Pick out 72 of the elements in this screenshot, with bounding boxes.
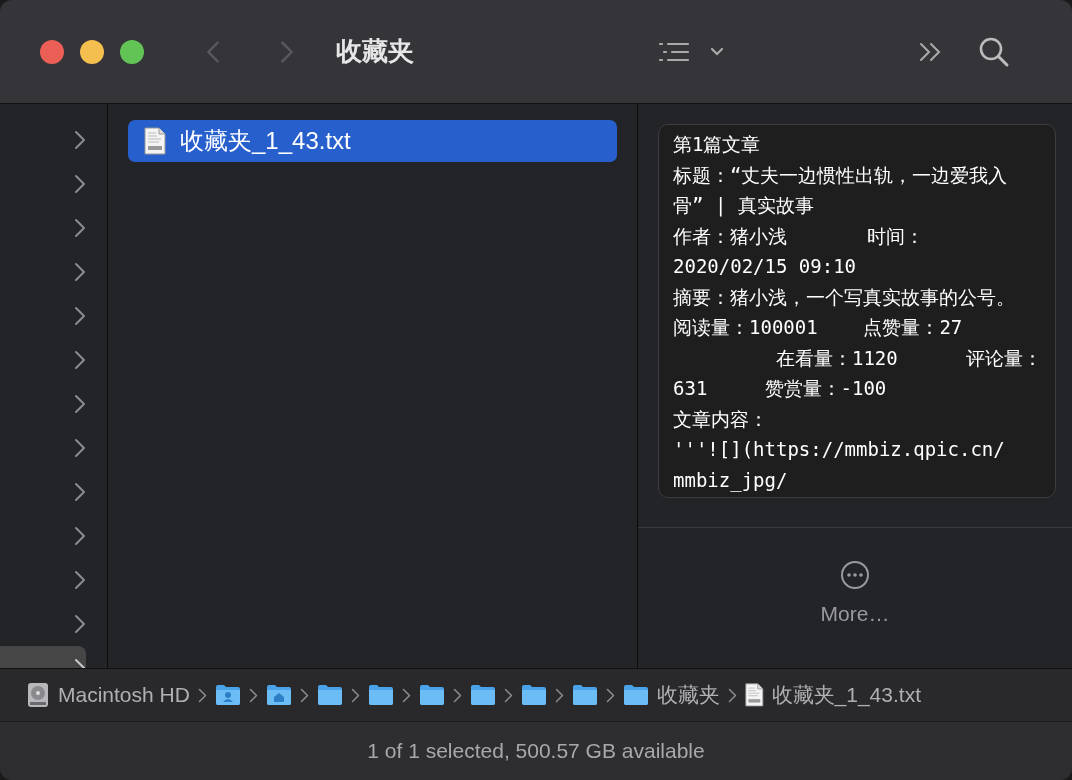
chevron-right-icon [248, 687, 258, 703]
status-text: 1 of 1 selected, 500.57 GB available [0, 721, 1072, 780]
path-item[interactable] [214, 684, 241, 706]
file-row[interactable]: 收藏夹_1_43.txt [128, 120, 617, 162]
preview-line: 骨” | 真实故事 [673, 193, 815, 219]
chevron-right-icon [74, 570, 86, 590]
path-label: 收藏夹 [656, 682, 720, 708]
chevron-right-icon [554, 687, 564, 703]
path-item[interactable] [520, 684, 547, 706]
chevron-left-icon [206, 38, 220, 65]
chevron-right-icon [74, 482, 86, 502]
preview-line: 标题：“丈夫一边惯性出轨，一边爱我入 [673, 162, 1009, 188]
chevron-right-icon [74, 218, 86, 238]
chevron-right-icon [503, 687, 513, 703]
home-folder-icon [265, 684, 292, 706]
path-item[interactable]: 收藏夹 [622, 681, 720, 709]
window-title: 收藏夹 [336, 35, 414, 68]
ellipsis-circle-icon [840, 560, 870, 590]
path-item[interactable] [316, 684, 343, 706]
preview-line: 631 赞赏量：-100 [673, 376, 888, 401]
path-item[interactable] [265, 684, 292, 706]
zoom-button[interactable] [120, 39, 144, 64]
caret-icon [710, 46, 724, 57]
folder-icon [622, 684, 649, 706]
more-button[interactable]: More… [820, 560, 890, 626]
chevron-right-icon [74, 526, 86, 546]
close-button[interactable] [40, 39, 64, 64]
path-item[interactable] [367, 684, 394, 706]
chevron-right-icon [74, 262, 86, 282]
folder-icon [520, 684, 547, 706]
folder-icon [418, 684, 445, 706]
chevron-right-icon [74, 306, 86, 326]
path-item[interactable] [418, 684, 445, 706]
chevron-right-icon [280, 38, 294, 65]
path-label: Macintosh HD [58, 683, 190, 707]
preview-line: 2020/02/15 09:10 [673, 254, 858, 279]
text-file-icon [144, 127, 166, 155]
path-item[interactable]: Macintosh HD [26, 682, 190, 708]
chevron-right-icon [197, 687, 207, 703]
user-folder-icon [214, 684, 241, 706]
text-file-icon [744, 683, 764, 707]
preview-line: 文章内容： [673, 406, 769, 432]
chevron-right-icon [74, 350, 86, 370]
preview-line: 摘要：猪小浅，一个写真实故事的公号。 [673, 284, 1016, 310]
folder-icon [316, 684, 343, 706]
folder-icon [469, 684, 496, 706]
folder-icon [571, 684, 598, 706]
chevron-right-icon [605, 687, 615, 703]
path-label: 收藏夹_1_43.txt [771, 682, 921, 709]
chevron-right-icon [401, 687, 411, 703]
preview-line: mmbiz_jpg/ [673, 467, 789, 494]
chevron-right-icon [74, 130, 86, 150]
path-item[interactable] [571, 684, 598, 706]
file-name: 收藏夹_1_43.txt [180, 126, 351, 156]
minimize-button[interactable] [80, 39, 104, 64]
preview-line: 在看量：1120 评论量： [774, 345, 1044, 371]
chevron-right-icon [350, 687, 360, 703]
preview-line: 第1篇文章 [673, 132, 762, 157]
chevron-right-icon [299, 687, 309, 703]
chevron-right-icon [74, 614, 86, 634]
preview-line: 阅读量：100001 点赞量：27 [673, 315, 964, 340]
chevron-right-icon [727, 687, 737, 703]
path-item[interactable]: 收藏夹_1_43.txt [744, 681, 921, 709]
path-item[interactable] [469, 684, 496, 706]
chevron-right-icon [74, 438, 86, 458]
search-icon [978, 35, 1010, 68]
chevron-right-icon [452, 687, 462, 703]
folder-icon [367, 684, 394, 706]
preview-line: '''![](https://mmbiz.qpic.cn/ [673, 437, 1006, 462]
chevron-right-icon [74, 174, 86, 194]
preview-line: 作者：猪小浅 时间： [673, 223, 926, 249]
chevron-right-icon [74, 394, 86, 414]
